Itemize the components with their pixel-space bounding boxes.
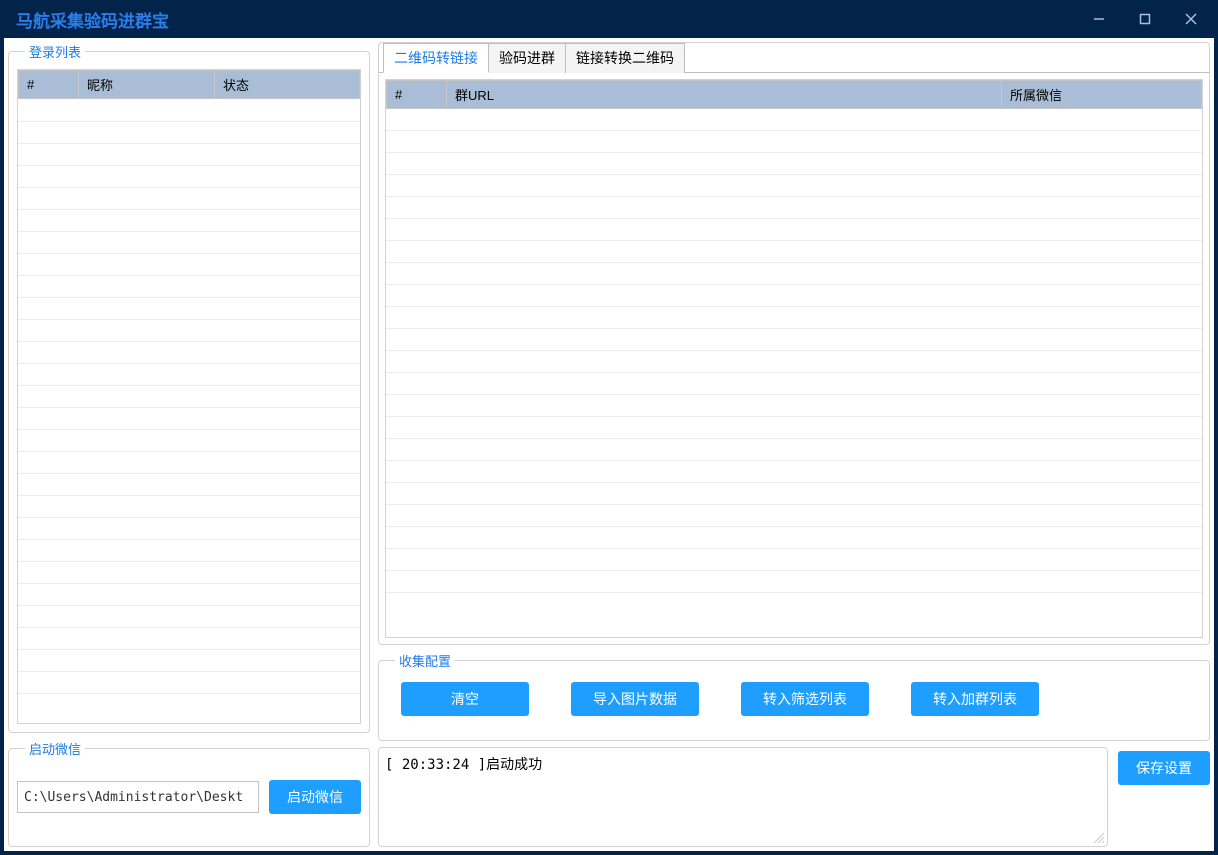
to-join-list-button[interactable]: 转入加群列表 [911,682,1039,716]
login-col-status[interactable]: 状态 [215,71,360,99]
app-title: 马航采集验码进群宝 [16,7,169,32]
url-col-wx[interactable]: 所属微信 [1002,81,1202,109]
clear-button[interactable]: 清空 [401,682,529,716]
login-col-num[interactable]: # [19,71,79,99]
url-col-num[interactable]: # [387,81,447,109]
log-line: [ 20:33:24 ]启动成功 [385,757,542,773]
client-area: 登录列表 # 昵称 状态 [4,38,1214,851]
save-settings-button[interactable]: 保存设置 [1118,751,1210,785]
log-output[interactable]: [ 20:33:24 ]启动成功 [378,747,1108,847]
collect-config-title: 收集配置 [395,651,455,670]
login-table[interactable]: # 昵称 状态 [17,69,361,724]
title-bar: 马航采集验码进群宝 [0,0,1218,38]
to-filter-list-button[interactable]: 转入筛选列表 [741,682,869,716]
titlebar-controls [1076,3,1214,35]
resize-grip-icon [1091,830,1105,844]
tab-qr-to-link[interactable]: 二维码转链接 [383,43,489,73]
url-table[interactable]: # 群URL 所属微信 [385,79,1203,638]
wechat-path-input[interactable] [17,781,259,813]
tab-body: # 群URL 所属微信 [379,72,1209,644]
tab-bar: 二维码转链接 验码进群 链接转换二维码 [383,42,1209,72]
right-column: 二维码转链接 验码进群 链接转换二维码 # 群URL 所属微信 [378,42,1210,847]
start-wechat-button[interactable]: 启动微信 [269,780,361,814]
tab-link-to-qr[interactable]: 链接转换二维码 [565,43,685,73]
import-images-button[interactable]: 导入图片数据 [571,682,699,716]
login-col-nick[interactable]: 昵称 [79,71,215,99]
close-button[interactable] [1168,3,1214,35]
url-col-url[interactable]: 群URL [447,81,1002,109]
log-row: [ 20:33:24 ]启动成功 保存设置 [378,747,1210,847]
login-list-title: 登录列表 [25,42,85,61]
tab-verify-join[interactable]: 验码进群 [488,43,566,73]
maximize-button[interactable] [1122,3,1168,35]
left-column: 登录列表 # 昵称 状态 [8,42,370,847]
collect-config-group: 收集配置 清空 导入图片数据 转入筛选列表 转入加群列表 [378,651,1210,741]
start-wechat-group: 启动微信 启动微信 [8,739,370,847]
login-list-group: 登录列表 # 昵称 状态 [8,42,370,733]
minimize-button[interactable] [1076,3,1122,35]
tabs-panel: 二维码转链接 验码进群 链接转换二维码 # 群URL 所属微信 [378,42,1210,645]
start-wechat-title: 启动微信 [25,739,85,758]
